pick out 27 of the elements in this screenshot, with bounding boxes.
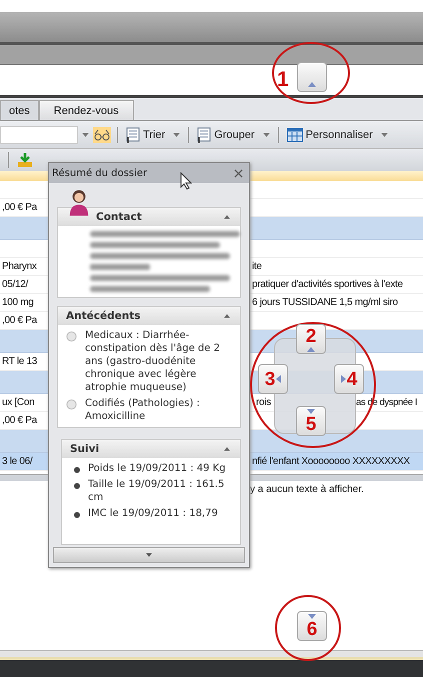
callout-number: 4 [346, 370, 358, 388]
callout-number: 5 [306, 414, 316, 434]
table-cell-text: rois [255, 397, 271, 408]
summary-item: Poids le 19/09/2011 : 49 Kg [88, 462, 226, 475]
table-cell-text: nfié l'enfant Xoooooooo XXXXXXXXX [251, 456, 410, 467]
table-cell-text: RT le 13 [1, 356, 38, 367]
table-cell-text: 3 le 06/ [1, 456, 32, 467]
table-cell-text: 05/12/ [1, 279, 28, 290]
callout-number: 6 [306, 620, 318, 638]
summary-item: Codifiés (Pathologies) : Amoxicilline [85, 397, 201, 423]
callout-number: 2 [306, 326, 316, 346]
callout-number: 3 [264, 370, 276, 388]
summary-item: IMC le 19/09/2011 : 18,79 [88, 507, 218, 520]
table-cell-text: ,00 € Pa [1, 202, 37, 213]
table-cell-text: ux [Con [1, 397, 34, 408]
callout-number: 1 [277, 69, 289, 90]
summary-item: Medicaux : Diarrhée-constipation dès l'âge de 2 ans (gastro-duodénite chronique avec légère atrophie muqueuse) [85, 329, 221, 394]
empty-message: y a aucun texte à afficher. [250, 484, 364, 494]
summary-item: Taille le 19/09/2011 : 161.5 cm [88, 478, 226, 504]
table-cell-text: ite [251, 261, 262, 272]
table-cell-text: 6 jours TUSSIDANE 1,5 mg/ml siro [251, 297, 398, 308]
table-cell-text: pratiquer d'activités sportives à l'exte [251, 279, 403, 290]
table-cell-text: ,00 € Pa [1, 315, 37, 326]
table-cell-text: ,00 € Pa [1, 415, 37, 426]
panel-title: Résumé du dossier [52, 168, 148, 178]
table-cell-text: Pharynx [1, 261, 37, 272]
table-cell-text: 100 mg [1, 297, 34, 308]
